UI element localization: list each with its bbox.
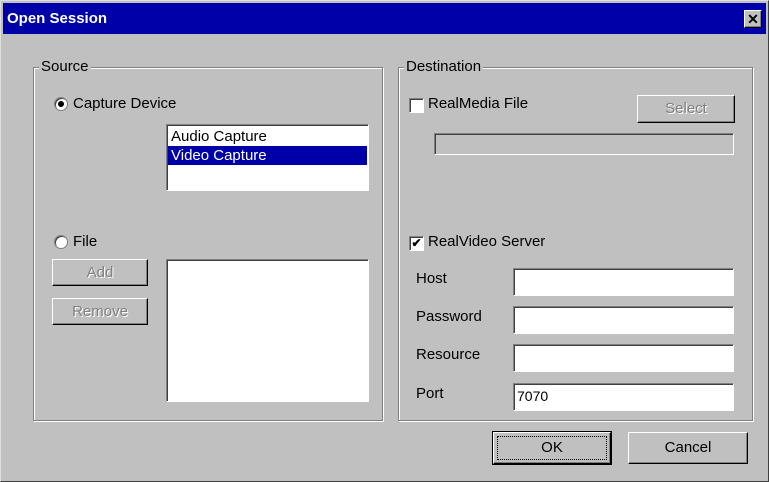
- capture-device-list[interactable]: Audio Capture Video Capture: [166, 124, 369, 191]
- realmedia-file-path-field: [434, 133, 734, 155]
- password-label: Password: [416, 308, 482, 325]
- realvideo-server-label[interactable]: RealVideo Server: [428, 233, 545, 250]
- realmedia-file-checkbox[interactable]: [409, 98, 424, 113]
- close-button[interactable]: ✕: [744, 10, 762, 28]
- open-session-dialog: Open Session ✕ Source Capture Device Aud…: [0, 0, 769, 482]
- list-item-video-capture[interactable]: Video Capture: [168, 146, 367, 165]
- file-radio[interactable]: [54, 235, 68, 249]
- realmedia-file-label[interactable]: RealMedia File: [428, 95, 528, 112]
- file-list[interactable]: [166, 259, 369, 402]
- ok-button[interactable]: OK: [492, 431, 612, 465]
- destination-group-label: Destination: [404, 58, 484, 76]
- cancel-button[interactable]: Cancel: [628, 432, 748, 464]
- remove-button-label: Remove: [72, 303, 128, 320]
- port-value: 7070: [517, 388, 549, 404]
- list-item-audio-capture[interactable]: Audio Capture: [168, 127, 367, 146]
- port-field[interactable]: 7070: [513, 383, 734, 411]
- host-field[interactable]: [513, 268, 734, 296]
- add-button-label: Add: [86, 264, 114, 281]
- resource-label: Resource: [416, 346, 481, 363]
- window-title: Open Session: [7, 10, 108, 27]
- resource-field[interactable]: [513, 344, 734, 372]
- radio-selected-dot: [58, 101, 64, 107]
- focus-rectangle: [497, 436, 607, 460]
- realvideo-server-checkbox[interactable]: ✔: [409, 236, 424, 251]
- cancel-button-label: Cancel: [664, 439, 712, 456]
- password-field[interactable]: [513, 306, 734, 334]
- file-label[interactable]: File: [73, 233, 97, 250]
- remove-button[interactable]: Remove: [52, 298, 148, 325]
- close-icon: ✕: [747, 11, 759, 27]
- checkmark-icon: ✔: [411, 236, 422, 250]
- source-group-label: Source: [39, 58, 91, 76]
- select-button[interactable]: Select: [637, 95, 735, 123]
- host-label: Host: [416, 270, 447, 287]
- select-button-label: Select: [665, 100, 707, 117]
- port-label: Port: [416, 385, 444, 402]
- title-bar[interactable]: Open Session ✕: [3, 3, 766, 34]
- add-button[interactable]: Add: [52, 259, 148, 286]
- capture-device-radio[interactable]: [54, 97, 68, 111]
- capture-device-label[interactable]: Capture Device: [73, 95, 176, 112]
